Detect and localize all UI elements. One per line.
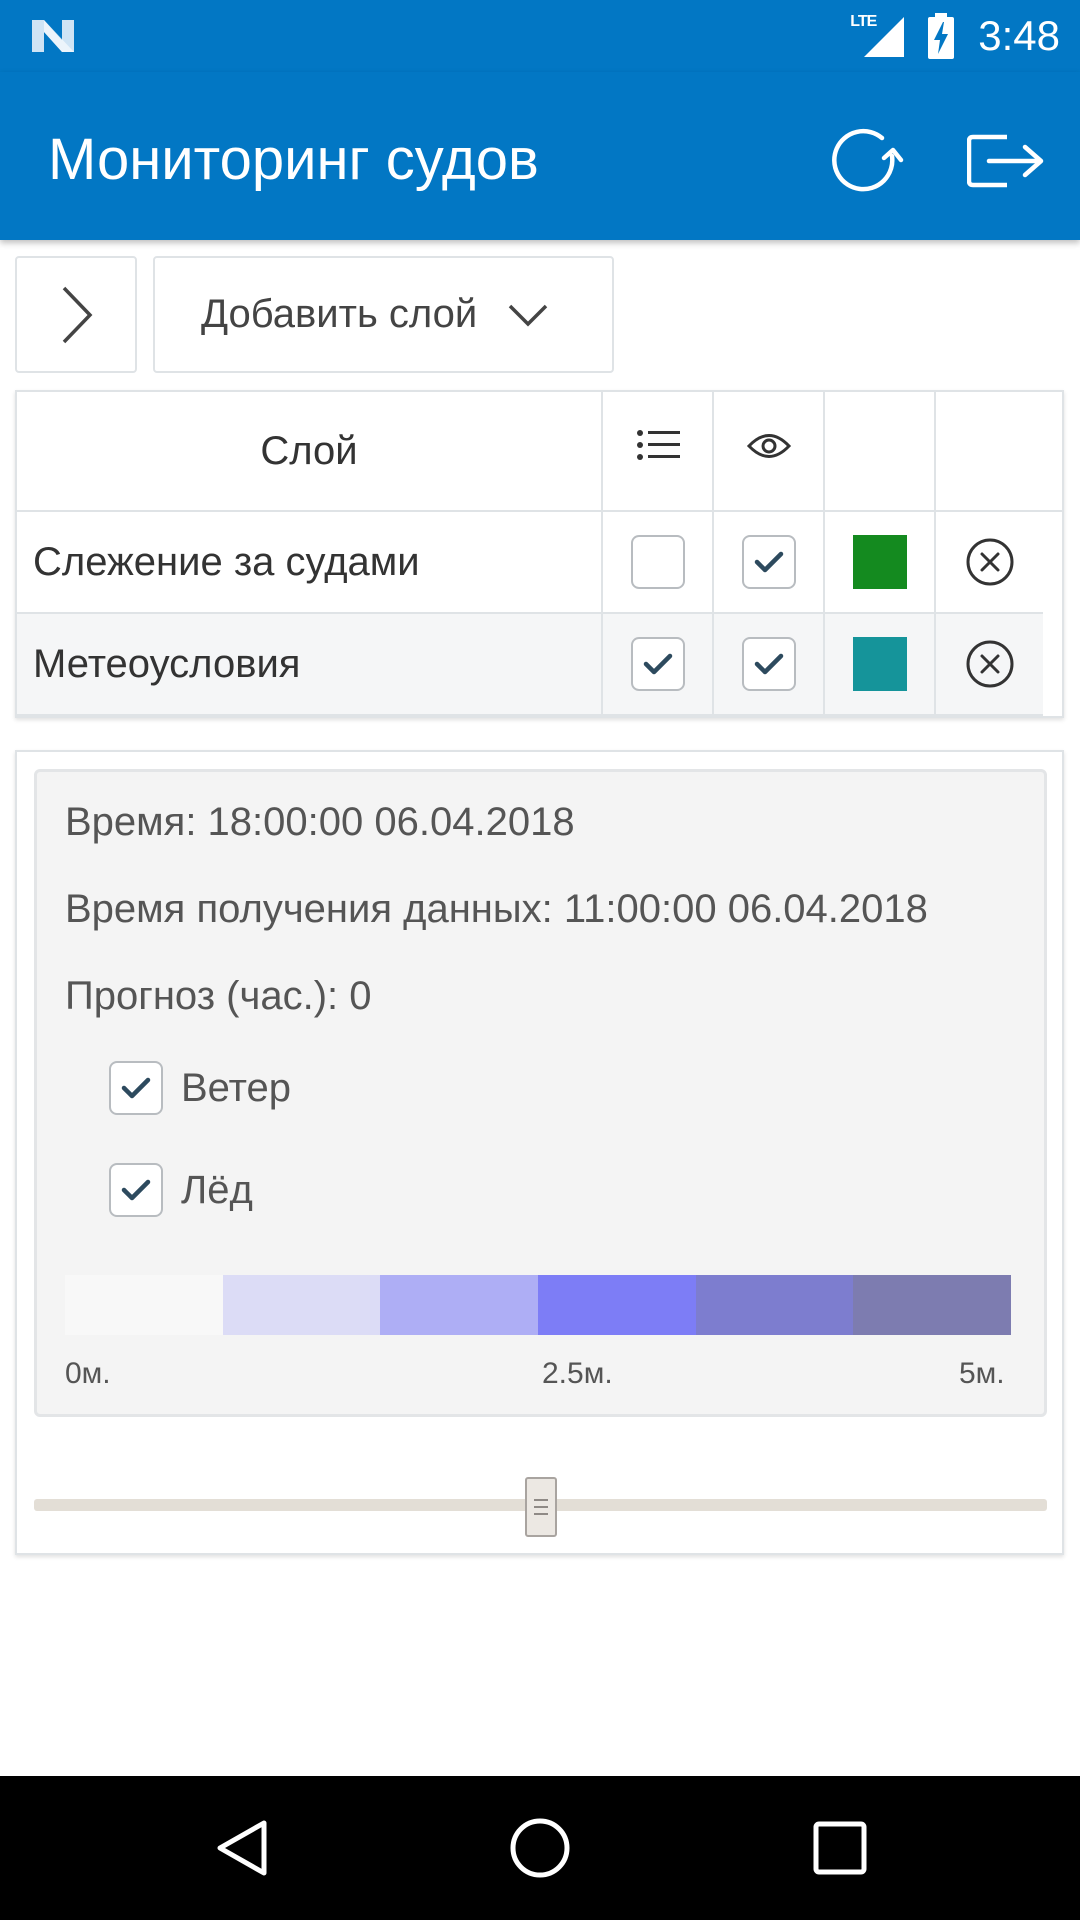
signal-icon: LTE [850, 13, 906, 59]
ice-option: Лёд [109, 1163, 253, 1217]
header-delete-cell [936, 392, 1062, 510]
legend-toggle-cell [603, 614, 714, 714]
layer-name: Слежение за судами [17, 512, 603, 612]
chevron-right-icon [62, 286, 93, 343]
legend-segment [65, 1275, 223, 1335]
refresh-button[interactable] [820, 116, 910, 206]
legend-checkbox[interactable] [630, 535, 685, 589]
ice-thickness-legend [65, 1275, 1012, 1335]
legend-segment [853, 1275, 1012, 1335]
color-cell [825, 512, 936, 612]
expand-panel-button[interactable] [15, 256, 137, 373]
header-color-cell [825, 392, 936, 510]
legend-segment [538, 1275, 696, 1335]
remove-layer-icon[interactable] [965, 639, 1015, 689]
wind-label: Ветер [181, 1065, 291, 1110]
table-row: Слежение за судами [17, 512, 1043, 614]
legend-segment [222, 1275, 381, 1335]
refresh-icon [832, 128, 904, 192]
ice-checkbox[interactable] [109, 1163, 163, 1217]
checkmark-icon [121, 1077, 151, 1099]
status-bar: LTE 3:48 [0, 0, 1080, 72]
layer-color-swatch[interactable] [852, 637, 907, 691]
visibility-checkbox[interactable] [741, 637, 796, 691]
legend-segment [695, 1275, 854, 1335]
back-button[interactable] [192, 1798, 292, 1898]
time-line: Время: 18:00:00 06.04.2018 [65, 800, 575, 844]
legend-tick-min: 0м. [65, 1357, 111, 1390]
color-cell [825, 614, 936, 714]
add-layer-dropdown[interactable]: Добавить слой [153, 256, 614, 373]
back-triangle-icon [217, 1820, 267, 1876]
header-legend-cell [603, 392, 714, 510]
weather-info-panel: Время: 18:00:00 06.04.2018 Время получен… [15, 750, 1064, 1555]
checkmark-icon [754, 551, 783, 573]
recents-square-icon [813, 1821, 867, 1875]
wind-checkbox[interactable] [109, 1061, 163, 1115]
visibility-toggle-cell [714, 512, 825, 612]
layers-table: Слой Слежение за судами Метеоусловия [15, 390, 1064, 718]
app-title: Мониторинг судов [48, 127, 539, 192]
delete-cell [936, 512, 1043, 612]
legend-toggle-cell [603, 512, 714, 612]
checkmark-icon [643, 653, 672, 675]
table-header: Слой [17, 392, 1062, 512]
layer-name: Метеоусловия [17, 614, 603, 714]
legend-checkbox[interactable] [630, 637, 685, 691]
logout-icon [967, 134, 1044, 188]
header-layer-cell: Слой [17, 392, 603, 510]
forecast-slider-handle[interactable] [525, 1477, 557, 1537]
checkmark-icon [121, 1179, 151, 1201]
header-layer-label: Слой [260, 428, 358, 473]
layer-color-swatch[interactable] [852, 535, 907, 589]
navigation-bar [0, 1776, 1080, 1920]
recents-button[interactable] [790, 1798, 890, 1898]
app-bar: Мониторинг судов [0, 72, 1080, 240]
weather-info-box: Время: 18:00:00 06.04.2018 Время получен… [34, 769, 1047, 1417]
data-time-line: Время получения данных: 11:00:00 06.04.2… [65, 887, 928, 931]
battery-charging-icon [928, 13, 955, 59]
home-button[interactable] [490, 1798, 590, 1898]
eye-icon [746, 434, 791, 458]
n-notification-icon [32, 20, 74, 52]
clock: 3:48 [978, 12, 1060, 59]
forecast-line: Прогноз (час.): 0 [65, 974, 372, 1018]
remove-layer-icon[interactable] [965, 537, 1015, 587]
chevron-down-icon [509, 304, 548, 326]
legend-tick-mid: 2.5м. [542, 1357, 613, 1390]
visibility-checkbox[interactable] [741, 535, 796, 589]
legend-tick-max: 5м. [959, 1357, 1005, 1390]
wind-option: Ветер [109, 1061, 291, 1115]
ice-label: Лёд [181, 1167, 253, 1212]
logout-button[interactable] [962, 116, 1052, 206]
header-visibility-cell [714, 392, 825, 510]
add-layer-label: Добавить слой [201, 292, 478, 336]
checkmark-icon [754, 653, 783, 675]
table-row: Метеоусловия [17, 614, 1043, 716]
grip-icon [534, 1499, 548, 1515]
legend-segment [380, 1275, 539, 1335]
list-icon [636, 430, 680, 460]
home-circle-icon [510, 1818, 570, 1878]
delete-cell [936, 614, 1043, 714]
visibility-toggle-cell [714, 614, 825, 714]
